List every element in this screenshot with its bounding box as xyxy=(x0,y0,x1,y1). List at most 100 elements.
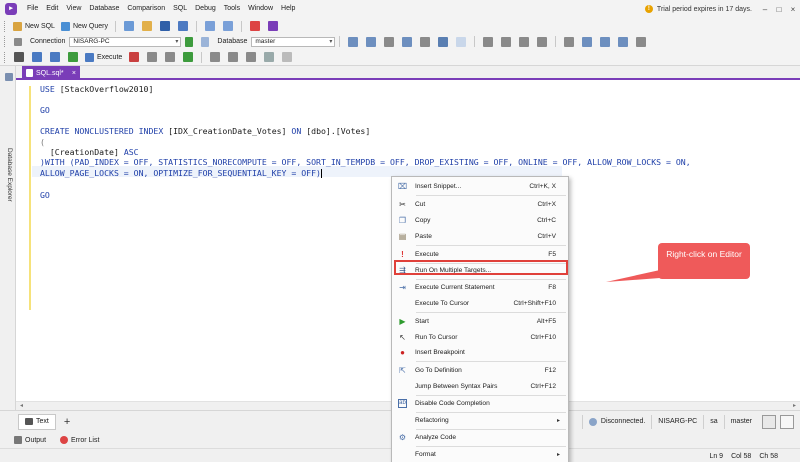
menu-item-execute-current-statement[interactable]: ⇥ Execute Current Statement F8 xyxy=(392,280,568,294)
tool-icon[interactable] xyxy=(246,52,257,62)
menu-item-insert-breakpoint[interactable]: ● Insert Breakpoint xyxy=(392,345,568,359)
menu-item-run-to-cursor[interactable]: ↖ Run To Cursor Ctrl+F10 xyxy=(392,330,568,344)
menu-item-analyze-code[interactable]: ⚙ Analyze Code xyxy=(392,430,568,444)
menu-sql[interactable]: SQL xyxy=(169,0,191,18)
menu-comparison[interactable]: Comparison xyxy=(123,0,169,18)
tool-icon[interactable] xyxy=(348,36,359,47)
minimize-icon[interactable]: – xyxy=(758,5,772,14)
tool-icon[interactable] xyxy=(600,36,611,47)
menu-item-start[interactable]: ▶ Start Alt+F5 xyxy=(392,314,568,328)
connection-value: NISARG-PC xyxy=(73,37,110,45)
tool-icon[interactable] xyxy=(402,36,413,47)
menu-tools[interactable]: Tools xyxy=(220,0,244,18)
menu-item-copy[interactable]: ❐ Copy Ctrl+C xyxy=(392,213,568,227)
menu-item-cut[interactable]: ✂ Cut Ctrl+X xyxy=(392,197,568,211)
tool-icon[interactable] xyxy=(519,36,530,47)
maximize-icon[interactable]: □ xyxy=(772,5,786,14)
tool-icon[interactable] xyxy=(267,21,278,31)
execute-label: Execute xyxy=(97,53,123,61)
tool-icon[interactable] xyxy=(282,52,293,62)
tab-text[interactable]: Text xyxy=(18,413,56,430)
cursor-position: Ln 9 Col 58 Ch 58 xyxy=(701,449,778,462)
scroll-left-icon[interactable]: ◂ xyxy=(20,402,23,409)
tab-error-list[interactable]: Error List xyxy=(60,436,99,444)
stop-icon[interactable] xyxy=(129,52,140,62)
menu-database[interactable]: Database xyxy=(85,0,123,18)
tool-icon[interactable] xyxy=(228,52,239,62)
tool-icon[interactable] xyxy=(564,36,575,47)
code-line: CREATE NONCLUSTERED INDEX [IDX_CreationD… xyxy=(40,126,371,136)
tool-icon[interactable] xyxy=(183,52,194,62)
menu-file[interactable]: File xyxy=(23,0,42,18)
tab-output[interactable]: Output xyxy=(14,436,46,444)
toolbar-grip[interactable] xyxy=(4,51,6,63)
tool-icon[interactable] xyxy=(456,36,467,47)
database-explorer-icon[interactable] xyxy=(5,73,13,81)
close-icon[interactable]: × xyxy=(786,5,800,14)
toolbar-grip[interactable] xyxy=(4,20,6,32)
database-select[interactable]: master ▾ xyxy=(251,36,336,47)
tool-icon[interactable] xyxy=(537,36,548,47)
toggle-panel-button[interactable] xyxy=(780,415,794,429)
menu-item-refactoring[interactable]: Refactoring ▸ xyxy=(392,413,568,427)
connection-select[interactable]: NISARG-PC ▾ xyxy=(69,36,182,47)
menu-item-insert-snippet[interactable]: ⌧ Insert Snippet... Ctrl+K, X xyxy=(392,179,568,193)
tool-icon[interactable] xyxy=(618,36,629,47)
tool-icon[interactable] xyxy=(483,36,494,47)
add-tab-button[interactable]: + xyxy=(64,416,70,428)
tool-icon[interactable] xyxy=(264,52,275,62)
undo-icon[interactable] xyxy=(204,21,215,31)
tool-icon[interactable] xyxy=(32,52,42,62)
save-all-icon[interactable] xyxy=(177,21,188,31)
run-to-cursor-icon: ↖ xyxy=(399,332,406,342)
menu-item-paste[interactable]: ▤ Paste Ctrl+V xyxy=(392,229,568,243)
tool-icon[interactable] xyxy=(50,52,60,62)
menu-item-jump-between-syntax-pairs[interactable]: Jump Between Syntax Pairs Ctrl+F12 xyxy=(392,379,568,393)
new-sql-label: New SQL xyxy=(25,22,55,30)
code-line: ALLOW_PAGE_LOCKS = ON, OPTIMIZE_FOR_SEQU… xyxy=(40,168,322,178)
connection-state[interactable]: Disconnected. xyxy=(581,415,651,429)
tool-icon[interactable] xyxy=(384,36,395,47)
menu-item-execute[interactable]: ! Execute F5 xyxy=(392,247,568,261)
new-query-button[interactable]: New Query xyxy=(58,19,111,33)
menu-item-disable-code-completion[interactable]: ab Disable Code Completion xyxy=(392,396,568,410)
menu-item-format[interactable]: Format ▸ xyxy=(392,447,568,461)
sql-file-icon xyxy=(26,69,33,77)
trial-notice-text: Trial period expires in 17 days. xyxy=(656,5,752,13)
tool-icon[interactable] xyxy=(420,36,431,47)
tool-icon[interactable] xyxy=(147,52,158,62)
tool-icon[interactable] xyxy=(165,52,176,62)
menu-separator xyxy=(416,361,566,362)
new-file-icon[interactable] xyxy=(123,21,134,31)
menu-edit[interactable]: Edit xyxy=(42,0,62,18)
database-explorer-tab[interactable]: Database Explorer xyxy=(6,148,13,208)
tool-icon[interactable] xyxy=(582,36,593,47)
menu-item-execute-to-cursor[interactable]: Execute To Cursor Ctrl+Shift+F10 xyxy=(392,296,568,310)
menu-help[interactable]: Help xyxy=(277,0,299,18)
menu-item-go-to-definition[interactable]: ⇱ Go To Definition F12 xyxy=(392,363,568,377)
tool-icon[interactable] xyxy=(210,52,221,62)
save-icon[interactable] xyxy=(159,21,170,31)
tool-icon[interactable] xyxy=(366,36,377,47)
tool-icon[interactable] xyxy=(438,36,449,47)
close-icon[interactable]: × xyxy=(72,70,76,77)
trial-notice[interactable]: ! Trial period expires in 17 days. xyxy=(644,0,752,18)
menu-view[interactable]: View xyxy=(62,0,85,18)
menu-debug[interactable]: Debug xyxy=(191,0,220,18)
document-tab-strip: SQL.sql* × xyxy=(16,66,800,80)
menu-window[interactable]: Window xyxy=(244,0,277,18)
scroll-right-icon[interactable]: ▸ xyxy=(793,402,796,409)
execute-button[interactable]: Execute xyxy=(82,50,125,64)
tool-icon[interactable] xyxy=(636,36,647,47)
redo-icon[interactable] xyxy=(222,21,233,31)
tool-icon[interactable] xyxy=(14,52,24,62)
toggle-panel-button[interactable] xyxy=(762,415,776,429)
tab-sql-document[interactable]: SQL.sql* × xyxy=(22,66,80,80)
connect-icon[interactable] xyxy=(185,36,194,47)
open-folder-icon[interactable] xyxy=(141,21,152,31)
toolbar-grip[interactable] xyxy=(4,36,6,47)
tool-icon[interactable] xyxy=(249,21,260,31)
new-sql-button[interactable]: New SQL xyxy=(10,19,58,33)
tool-icon[interactable] xyxy=(501,36,512,47)
play-icon[interactable] xyxy=(68,52,78,62)
